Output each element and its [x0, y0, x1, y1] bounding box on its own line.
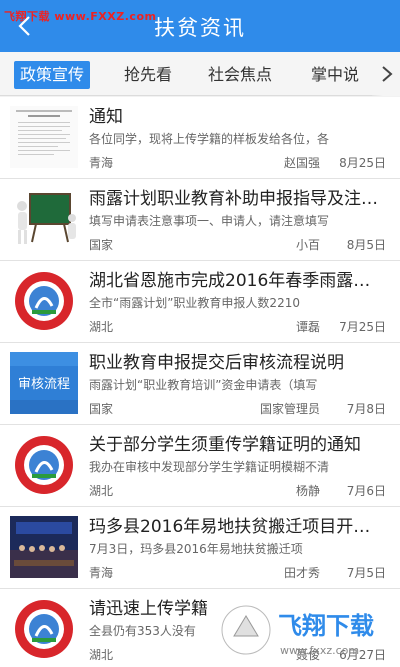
item-source: 青海 [89, 156, 114, 170]
item-summary: 填写申请表注意事项一、申请人，请注意填写 [89, 214, 330, 228]
item-summary: 各位同学，现将上传学籍的样板发给各位，各 [89, 132, 330, 146]
item-date: 8月25日 [339, 156, 386, 170]
category-tabs: 政策宣传 抢先看 社会焦点 掌中说 [0, 52, 400, 96]
svg-text:审核流程: 审核流程 [18, 377, 70, 392]
item-summary: 我办在审核中发现部分学生学籍证明模糊不清 [89, 460, 330, 474]
emblem-thumbnail [10, 434, 78, 496]
tab-social-focus[interactable]: 社会焦点 [202, 61, 278, 89]
news-list: 通知 各位同学，现将上传学籍的样板发给各位，各 青海 赵国强 8月25日 雨露计… [0, 97, 400, 667]
item-title: 湖北省恩施市完成2016年春季雨露… [89, 271, 371, 290]
document-thumbnail [10, 106, 78, 168]
item-date: 6月27日 [339, 648, 386, 662]
item-author: 田才秀 [283, 566, 320, 580]
meeting-thumbnail [10, 516, 78, 578]
news-item[interactable]: 雨露计划职业教育补助申报指导及注意… 填写申请表注意事项一、申请人，请注意填写 … [0, 179, 400, 261]
news-item[interactable]: 玛多县2016年易地扶贫搬迁项目开… 7月3日，玛多县2016年易地扶贫搬迁项 … [0, 507, 400, 589]
review-process-thumbnail: 审核流程 [10, 352, 78, 414]
item-author: 赵国强 [283, 156, 320, 170]
item-summary: 全县仍有353人没有 [89, 624, 196, 638]
item-source: 湖北 [89, 648, 114, 662]
item-summary: 全市“雨露计划”职业教育申报人数2210 [89, 296, 300, 310]
item-date: 7月25日 [339, 320, 386, 334]
item-date: 7月8日 [346, 402, 386, 416]
tab-policy[interactable]: 政策宣传 [14, 61, 91, 89]
item-source: 国家 [89, 402, 114, 416]
tab-preview[interactable]: 抢先看 [118, 61, 178, 89]
item-source: 湖北 [89, 320, 114, 334]
item-date: 7月5日 [346, 566, 386, 580]
page-title: 扶贫资讯 [154, 16, 246, 40]
emblem-thumbnail [10, 598, 78, 660]
item-title: 雨露计划职业教育补助申报指导及注意… [89, 189, 382, 208]
tab-palm-talk[interactable]: 掌中说 [305, 61, 365, 89]
item-date: 8月5日 [346, 238, 386, 252]
news-item[interactable]: 湖北省恩施市完成2016年春季雨露… 全市“雨露计划”职业教育申报人数2210 … [0, 261, 400, 343]
item-title: 通知 [89, 107, 123, 126]
item-author: 国家管理员 [259, 402, 320, 416]
chevron-right-icon [382, 66, 393, 82]
item-author: 谭磊 [295, 320, 320, 334]
item-title: 职业教育申报提交后审核流程说明 [89, 353, 344, 372]
item-summary: 7月3日，玛多县2016年易地扶贫搬迁项 [89, 542, 303, 556]
item-title: 玛多县2016年易地扶贫搬迁项目开… [89, 517, 371, 536]
item-author: 杨静 [295, 484, 320, 498]
news-item[interactable]: 通知 各位同学，现将上传学籍的样板发给各位，各 青海 赵国强 8月25日 [0, 97, 400, 179]
item-title: 关于部分学生须重传学籍证明的通知 [89, 435, 361, 454]
news-item[interactable]: 请迅速上传学籍 全县仍有353人没有 湖北 聂俊 6月27日 [0, 589, 400, 667]
app-header: 飞翔下载 www.FXXZ.com 扶贫资讯 [0, 0, 400, 52]
item-source: 国家 [89, 238, 114, 252]
tabs-scroll-button[interactable] [372, 52, 400, 96]
item-date: 7月6日 [346, 484, 386, 498]
item-source: 湖北 [89, 484, 114, 498]
blackboard-thumbnail [10, 188, 78, 250]
item-author: 聂俊 [295, 648, 320, 662]
item-author: 小百 [295, 238, 320, 252]
item-summary: 雨露计划“职业教育培训”资金申请表（填写 [89, 378, 318, 392]
item-source: 青海 [89, 566, 114, 580]
news-item[interactable]: 关于部分学生须重传学籍证明的通知 我办在审核中发现部分学生学籍证明模糊不清 湖北… [0, 425, 400, 507]
item-title: 请迅速上传学籍 [89, 599, 208, 618]
emblem-thumbnail [10, 270, 78, 332]
news-item[interactable]: 审核流程 职业教育申报提交后审核流程说明 雨露计划“职业教育培训”资金申请表（填… [0, 343, 400, 425]
